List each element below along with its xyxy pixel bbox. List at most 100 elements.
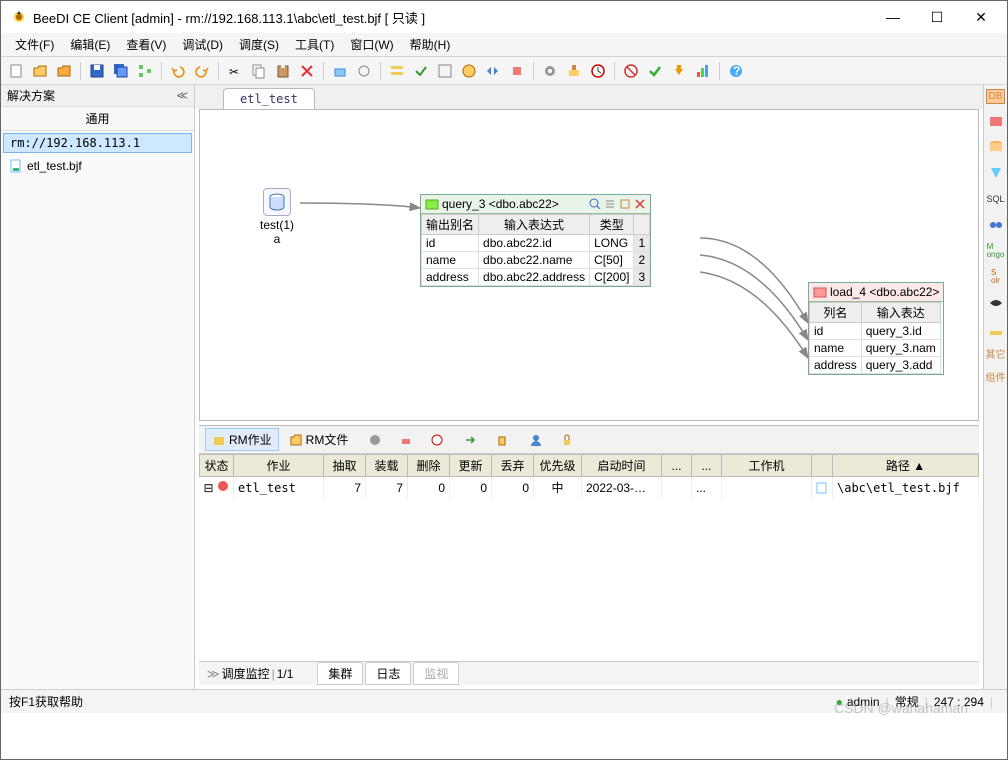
table-row[interactable]: namedbo.abc22.nameC[50]2: [422, 252, 650, 269]
rm-job-button[interactable]: RM作业: [205, 428, 279, 451]
folder2-icon[interactable]: [53, 60, 75, 82]
menu-file[interactable]: 文件(F): [9, 34, 60, 55]
tb-icon-4[interactable]: [410, 60, 432, 82]
paste-icon[interactable]: [272, 60, 294, 82]
table-row[interactable]: idquery_3.id: [810, 323, 941, 340]
clock-icon[interactable]: [587, 60, 609, 82]
redo-icon[interactable]: [191, 60, 213, 82]
mongo-icon[interactable]: Mongo: [987, 242, 1005, 260]
bp-arrow-icon[interactable]: [457, 430, 485, 450]
cut-icon[interactable]: ✂: [224, 60, 246, 82]
h-extract[interactable]: 抽取: [324, 455, 366, 477]
comp-label[interactable]: 组件: [986, 369, 1006, 384]
col-alias[interactable]: 输出别名: [422, 215, 479, 235]
col-name[interactable]: 列名: [810, 303, 862, 323]
copy-icon[interactable]: [248, 60, 270, 82]
bp-trash-icon[interactable]: [488, 430, 516, 450]
close-button[interactable]: ✕: [959, 3, 1003, 31]
undo-icon[interactable]: [167, 60, 189, 82]
server-node[interactable]: rm://192.168.113.1: [3, 133, 192, 153]
r-icon-5[interactable]: [987, 216, 1005, 234]
table-row[interactable]: namequery_3.nam: [810, 340, 941, 357]
gear-icon[interactable]: [539, 60, 561, 82]
menu-debug[interactable]: 调试(D): [176, 34, 229, 55]
load-node[interactable]: load_4 <dbo.abc22> 列名输入表达 idquery_3.id n…: [808, 282, 944, 375]
tab-schedule[interactable]: 调度监控: [222, 665, 270, 682]
col-expr[interactable]: 输入表达式: [479, 215, 590, 235]
bp-gear-icon[interactable]: [361, 430, 389, 450]
h-pri[interactable]: 优先级: [534, 455, 582, 477]
tree-icon[interactable]: [134, 60, 156, 82]
tab-log[interactable]: 日志: [365, 662, 411, 685]
col-input[interactable]: 输入表达: [861, 303, 940, 323]
table-row[interactable]: addressquery_3.add: [810, 357, 941, 374]
h-upd[interactable]: 更新: [450, 455, 492, 477]
tb-icon-5[interactable]: [434, 60, 456, 82]
menu-tools[interactable]: 工具(T): [289, 34, 340, 55]
job-row[interactable]: ⊟ etl_test 7 7 0 0 0 中 2022-03-… ... \ab: [200, 477, 979, 499]
h-load[interactable]: 装载: [366, 455, 408, 477]
tab-cluster[interactable]: 集群: [317, 662, 363, 685]
design-canvas[interactable]: test(1) a query_3 <dbo.abc22> 输出别名输入表达式类…: [199, 109, 979, 421]
menu-help[interactable]: 帮助(H): [404, 34, 457, 55]
r-icon-9[interactable]: [987, 320, 1005, 338]
help-icon[interactable]: ?: [725, 60, 747, 82]
db-label[interactable]: DB: [986, 89, 1006, 104]
h-worker[interactable]: 工作机: [722, 455, 812, 477]
h-job[interactable]: 作业: [234, 455, 324, 477]
table-row[interactable]: iddbo.abc22.idLONG1: [422, 235, 650, 252]
h-path[interactable]: 路径 ▲: [833, 455, 979, 477]
r-icon-2[interactable]: [987, 138, 1005, 156]
saveall-icon[interactable]: [110, 60, 132, 82]
bp-clock-icon[interactable]: [423, 430, 451, 450]
tb-icon-6[interactable]: [458, 60, 480, 82]
close-node-icon[interactable]: [634, 198, 646, 210]
sql-icon[interactable]: SQL: [987, 190, 1005, 208]
h-del[interactable]: 删除: [408, 455, 450, 477]
chart-icon[interactable]: [692, 60, 714, 82]
menu-schedule[interactable]: 调度(S): [233, 34, 285, 55]
tab-monitor[interactable]: 监视: [413, 662, 459, 685]
tb-icon-3[interactable]: [386, 60, 408, 82]
h-status[interactable]: 状态: [200, 455, 234, 477]
minimize-button[interactable]: —: [871, 3, 915, 31]
collapse-icon[interactable]: ≪: [176, 89, 188, 102]
tb-icon-7[interactable]: [482, 60, 504, 82]
bp-lock-icon[interactable]: [553, 430, 581, 450]
open-icon[interactable]: [29, 60, 51, 82]
solr-icon[interactable]: Solr: [987, 268, 1005, 286]
tb-icon-8[interactable]: [506, 60, 528, 82]
clean-icon[interactable]: [563, 60, 585, 82]
h-c1[interactable]: ...: [662, 455, 692, 477]
r-icon-3[interactable]: [987, 164, 1005, 182]
node-test[interactable]: test(1) a: [260, 188, 294, 246]
new-icon[interactable]: [5, 60, 27, 82]
table-row[interactable]: addressdbo.abc22.addressC[200]3: [422, 269, 650, 286]
h-discard[interactable]: 丢弃: [492, 455, 534, 477]
menu-view[interactable]: 查看(V): [120, 34, 172, 55]
rm-file-button[interactable]: RM文件: [282, 428, 356, 451]
save-icon[interactable]: [86, 60, 108, 82]
check-icon[interactable]: [644, 60, 666, 82]
delete-icon[interactable]: [296, 60, 318, 82]
menu-window[interactable]: 窗口(W): [344, 34, 399, 55]
other-label[interactable]: 其它: [986, 346, 1006, 361]
tb-icon-2[interactable]: [353, 60, 375, 82]
h-c2[interactable]: ...: [692, 455, 722, 477]
file-node[interactable]: etl_test.bjf: [1, 155, 194, 177]
down-icon[interactable]: [668, 60, 690, 82]
col-type[interactable]: 类型: [590, 215, 634, 235]
solution-sub[interactable]: 通用: [1, 107, 194, 131]
r-icon-1[interactable]: [987, 112, 1005, 130]
search-icon[interactable]: [589, 198, 601, 210]
bp-brush-icon[interactable]: [392, 430, 420, 450]
edit-icon[interactable]: [619, 198, 631, 210]
list-icon[interactable]: [604, 198, 616, 210]
maximize-button[interactable]: ☐: [915, 3, 959, 31]
h-start[interactable]: 启动时间: [582, 455, 662, 477]
stop-icon[interactable]: [620, 60, 642, 82]
h-blank[interactable]: [812, 455, 833, 477]
bp-user-icon[interactable]: [522, 430, 550, 450]
collapse-bottom-icon[interactable]: ≫: [207, 667, 220, 681]
menu-edit[interactable]: 编辑(E): [64, 34, 116, 55]
